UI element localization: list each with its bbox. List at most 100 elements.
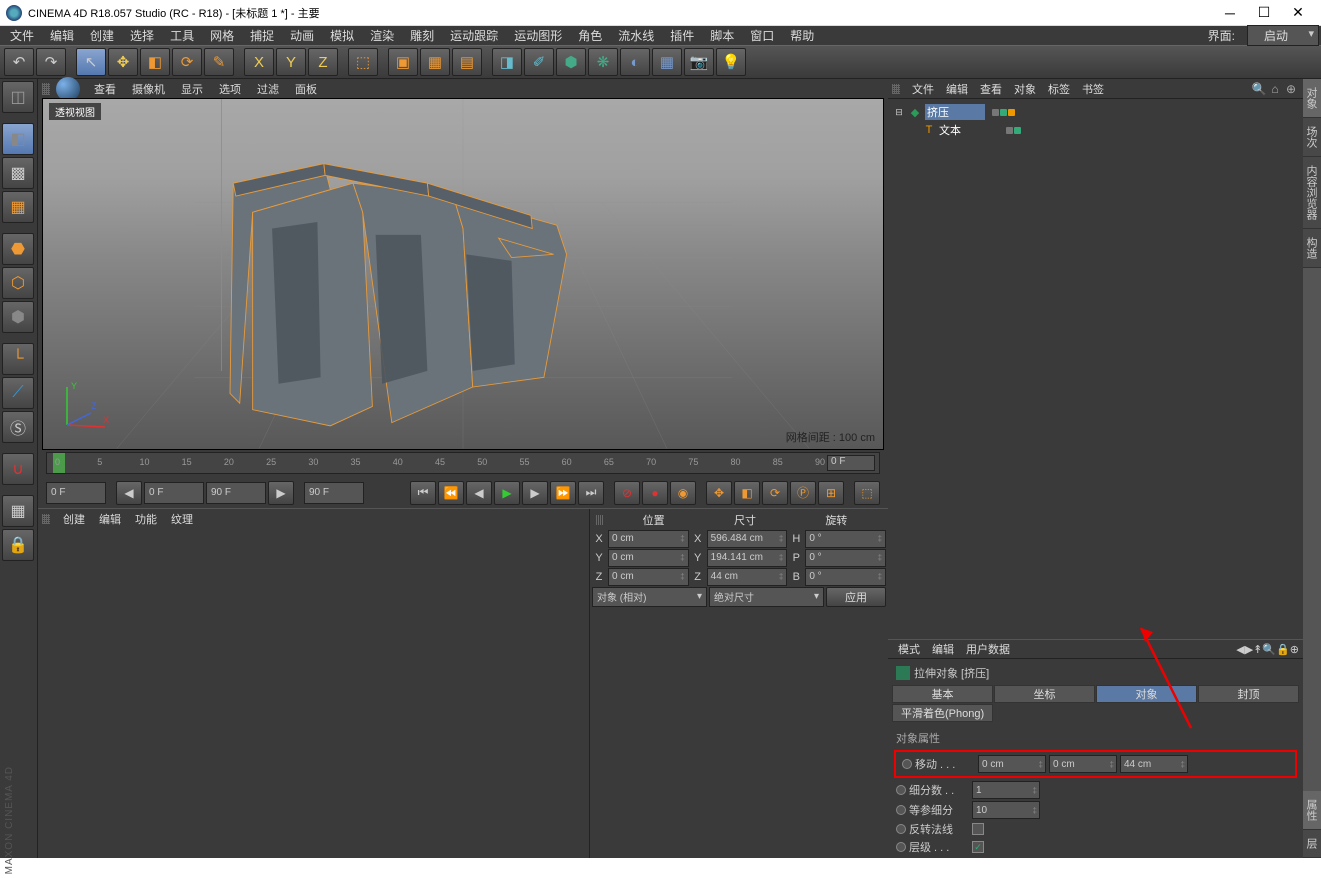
time-ruler[interactable]: 051015202530354045505560657075808590 0 F <box>46 452 880 474</box>
step-back[interactable]: ◀ <box>466 481 492 505</box>
radio-icon[interactable] <box>896 805 906 815</box>
coord-mode2[interactable]: 绝对尺寸 <box>709 587 824 607</box>
fwd-icon[interactable]: ▶ <box>1245 643 1253 656</box>
minimize-button[interactable]: ─ <box>1213 2 1247 24</box>
render-settings[interactable]: ▤ <box>452 48 482 76</box>
size-input[interactable]: 596.484 cm <box>707 530 788 548</box>
coord-mode1[interactable]: 对象 (相对) <box>592 587 707 607</box>
vp-panel[interactable]: 面板 <box>287 79 325 99</box>
last-tool[interactable]: ✎ <box>204 48 234 76</box>
lock-z[interactable]: Z <box>308 48 338 76</box>
tag-icon[interactable] <box>1014 127 1021 134</box>
tag-icon[interactable] <box>992 109 999 116</box>
rtab-structure[interactable]: 构造 <box>1303 229 1321 268</box>
size-input[interactable]: 44 cm <box>707 568 788 586</box>
step-fwd[interactable]: ▶ <box>522 481 548 505</box>
add-deformer[interactable]: ◐ <box>620 48 650 76</box>
frame-start[interactable]: 0 F <box>46 482 106 504</box>
om-edit[interactable]: 编辑 <box>940 79 974 99</box>
mat-func[interactable]: 功能 <box>128 509 164 529</box>
iso-input[interactable]: 10 <box>972 801 1040 819</box>
add-spline[interactable]: ✐ <box>524 48 554 76</box>
select-tool[interactable]: ↖ <box>76 48 106 76</box>
vp-filter[interactable]: 过滤 <box>249 79 287 99</box>
rtab-takes[interactable]: 场次 <box>1303 118 1321 157</box>
rtab-attr[interactable]: 属性 <box>1303 791 1321 830</box>
lock-y[interactable]: Y <box>276 48 306 76</box>
menu-plugins[interactable]: 插件 <box>662 25 702 46</box>
object-name[interactable]: 挤压 <box>925 104 985 120</box>
search-icon[interactable]: 🔍 <box>1262 643 1276 656</box>
render-region[interactable]: ▦ <box>420 48 450 76</box>
add-env[interactable]: ▦ <box>652 48 682 76</box>
move-x-input[interactable]: 0 cm <box>978 755 1046 773</box>
timeline[interactable]: 051015202530354045505560657075808590 0 F <box>38 450 888 478</box>
coord-system[interactable]: ⬚ <box>348 48 378 76</box>
redo-button[interactable]: ↷ <box>36 48 66 76</box>
menu-help[interactable]: 帮助 <box>782 25 822 46</box>
menu-render[interactable]: 渲染 <box>362 25 402 46</box>
key-pla[interactable]: ⊞ <box>818 481 844 505</box>
apply-button[interactable]: 应用 <box>826 587 886 607</box>
texture-mode[interactable]: ▩ <box>2 157 34 189</box>
menu-mograph[interactable]: 运动图形 <box>506 25 570 46</box>
vp-display[interactable]: 显示 <box>173 79 211 99</box>
menu-sculpt[interactable]: 雕刻 <box>402 25 442 46</box>
menu-anim[interactable]: 动画 <box>282 25 322 46</box>
move-tool[interactable]: ✥ <box>108 48 138 76</box>
goto-end[interactable]: ⏭ <box>578 481 604 505</box>
om-objects[interactable]: 对象 <box>1008 79 1042 99</box>
soft-select[interactable]: ∪ <box>2 453 34 485</box>
rotate-tool[interactable]: ⟳ <box>172 48 202 76</box>
rot-input[interactable]: 0 ° <box>805 568 886 586</box>
grip-icon[interactable] <box>596 515 604 525</box>
add-mograph[interactable]: ❋ <box>588 48 618 76</box>
axis-mode[interactable]: └ <box>2 343 34 375</box>
menu-script[interactable]: 脚本 <box>702 25 742 46</box>
tweak-mode[interactable]: ⟋ <box>2 377 34 409</box>
rtab-browser[interactable]: 内容浏览器 <box>1303 157 1321 229</box>
rot-input[interactable]: 0 ° <box>805 549 886 567</box>
attr-mode[interactable]: 模式 <box>892 639 926 659</box>
rtab-layer[interactable]: 层 <box>1303 830 1321 858</box>
frame-end[interactable]: 90 F <box>304 482 364 504</box>
frame-current[interactable]: 0 F <box>144 482 204 504</box>
menu-pipeline[interactable]: 流水线 <box>610 25 662 46</box>
menu-edit[interactable]: 编辑 <box>42 25 82 46</box>
menu-sim[interactable]: 模拟 <box>322 25 362 46</box>
mat-edit[interactable]: 编辑 <box>92 509 128 529</box>
grip-icon[interactable] <box>42 514 50 524</box>
menu-window[interactable]: 窗口 <box>742 25 782 46</box>
hier-checkbox[interactable] <box>972 841 984 853</box>
home-icon[interactable]: ⌂ <box>1267 81 1283 97</box>
seg-input[interactable]: 1 <box>972 781 1040 799</box>
lock-icon[interactable]: 🔒 <box>1276 643 1290 656</box>
polygon-mode[interactable]: ⬢ <box>2 301 34 333</box>
add-camera[interactable]: 📷 <box>684 48 714 76</box>
back-icon[interactable]: ◀ <box>1236 643 1244 656</box>
timeline-end-field[interactable]: 0 F <box>827 455 875 471</box>
mat-create[interactable]: 创建 <box>56 509 92 529</box>
flip-checkbox[interactable] <box>972 823 984 835</box>
tag-icon[interactable] <box>1008 109 1015 116</box>
menu-char[interactable]: 角色 <box>570 25 610 46</box>
om-tags[interactable]: 标签 <box>1042 79 1076 99</box>
tab-caps[interactable]: 封顶 <box>1198 685 1299 703</box>
undo-button[interactable]: ↶ <box>4 48 34 76</box>
object-tree[interactable]: ⊟ ◆ 挤压 T 文本 <box>888 99 1303 639</box>
menu-file[interactable]: 文件 <box>2 25 42 46</box>
menu-snap[interactable]: 捕捉 <box>242 25 282 46</box>
search-icon[interactable]: 🔍 <box>1251 81 1267 97</box>
autokey[interactable]: ● <box>642 481 668 505</box>
menu-select[interactable]: 选择 <box>122 25 162 46</box>
new-icon[interactable]: ⊕ <box>1290 643 1299 656</box>
attr-edit[interactable]: 编辑 <box>926 639 960 659</box>
prev-key[interactable]: ◀ <box>116 481 142 505</box>
pos-input[interactable]: 0 cm <box>608 530 689 548</box>
model-mode[interactable]: ◧ <box>2 123 34 155</box>
mat-tex[interactable]: 纹理 <box>164 509 200 529</box>
tab-phong[interactable]: 平滑着色(Phong) <box>892 704 993 722</box>
key-pos[interactable]: ✥ <box>706 481 732 505</box>
move-z-input[interactable]: 44 cm <box>1120 755 1188 773</box>
pos-input[interactable]: 0 cm <box>608 549 689 567</box>
